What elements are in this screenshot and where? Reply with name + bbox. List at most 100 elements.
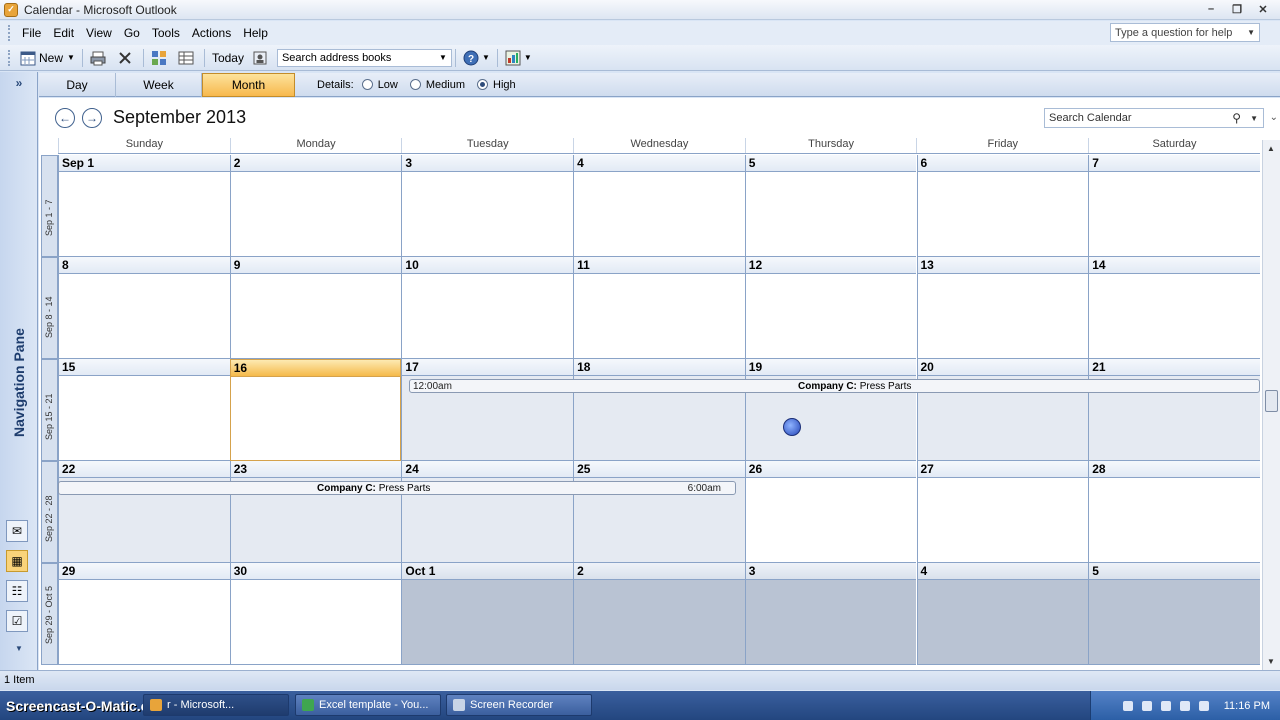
network-icon[interactable] [1160, 700, 1171, 711]
contacts-icon[interactable]: ☷ [6, 580, 28, 602]
day-cell[interactable]: 20 [916, 359, 1089, 461]
chevron-down-icon[interactable]: ▼ [1250, 114, 1258, 123]
day-cell[interactable]: Oct 1 [401, 563, 574, 665]
next-month-button[interactable]: → [82, 108, 102, 128]
display-icon[interactable] [1198, 700, 1209, 711]
day-cell[interactable]: 27 [916, 461, 1089, 563]
flag-icon[interactable] [1141, 700, 1152, 711]
day-cell[interactable]: 30 [229, 563, 402, 665]
day-cell[interactable]: 5 [1088, 563, 1260, 665]
day-cell[interactable]: 21 [1088, 359, 1260, 461]
day-cell[interactable]: 2 [229, 155, 402, 257]
day-cell[interactable]: 9 [229, 257, 402, 359]
day-cell[interactable]: 2 [573, 563, 745, 665]
close-icon[interactable]: ✕ [1250, 0, 1276, 18]
day-cell[interactable]: 26 [744, 461, 917, 563]
menu-actions[interactable]: Actions [186, 26, 237, 40]
today-button[interactable]: Today [208, 47, 248, 69]
help-question-input[interactable]: Type a question for help ▼ [1110, 23, 1260, 42]
week-label[interactable]: Sep 1 - 7 [41, 155, 58, 257]
radio-dot[interactable] [361, 79, 373, 90]
day-cell[interactable]: 10 [401, 257, 574, 359]
taskbar-button-excel[interactable]: Excel template - You... [295, 694, 441, 716]
mail-icon[interactable]: ✉ [6, 520, 28, 542]
delete-button[interactable] [113, 47, 140, 69]
navigation-pane-label[interactable]: Navigation Pane [11, 328, 27, 437]
taskbar-button-recorder[interactable]: Screen Recorder [446, 694, 592, 716]
new-button[interactable]: New ▼ [16, 47, 79, 69]
week-label[interactable]: Sep 29 - Oct 5 [41, 563, 58, 665]
week-label[interactable]: Sep 22 - 28 [41, 461, 58, 563]
address-book-button[interactable] [248, 47, 275, 69]
outlook-app-icon[interactable]: ✓ [4, 2, 18, 17]
day-cell[interactable]: 6 [916, 155, 1089, 257]
day-cell[interactable]: 23 [229, 461, 402, 563]
week-label[interactable]: Sep 15 - 21 [41, 359, 58, 461]
toolbar-grip[interactable] [8, 49, 12, 66]
search-calendar-input[interactable]: Search Calendar ⚲ ▼ [1044, 108, 1264, 128]
day-cell[interactable]: 17 [401, 359, 574, 461]
details-medium-radio[interactable]: Medium [409, 79, 465, 91]
day-cell[interactable]: 14 [1088, 257, 1260, 359]
day-cell[interactable]: 5 [744, 155, 917, 257]
day-cell[interactable]: 7 [1088, 155, 1260, 257]
menu-view[interactable]: View [80, 26, 118, 40]
scroll-up-icon[interactable]: ▲ [1267, 144, 1275, 153]
address-book-search-input[interactable]: Search address books ▼ [276, 48, 452, 67]
menu-help[interactable]: Help [237, 26, 274, 40]
menu-edit[interactable]: Edit [47, 26, 80, 40]
day-cell[interactable]: 28 [1088, 461, 1260, 563]
chevron-down-icon[interactable]: ▼ [524, 53, 532, 62]
menu-file[interactable]: File [16, 26, 47, 40]
scrollbar-thumb[interactable] [1265, 390, 1278, 412]
day-cell-today[interactable]: 16 [229, 359, 402, 461]
schedule-button[interactable] [174, 47, 201, 69]
volume-icon[interactable] [1179, 700, 1190, 711]
calendar-scrollbar[interactable]: ▲ ▼ [1262, 140, 1280, 670]
day-cell[interactable]: 4 [916, 563, 1089, 665]
day-cell[interactable]: 22 [58, 461, 230, 563]
previous-month-button[interactable]: ← [55, 108, 75, 128]
day-cell[interactable]: 19 [744, 359, 917, 461]
help-button[interactable]: ? ▼ [459, 47, 494, 69]
menu-grip[interactable] [8, 25, 12, 41]
day-cell[interactable]: 4 [573, 155, 745, 257]
addin-button[interactable]: ▼ [501, 47, 536, 69]
day-cell[interactable]: Sep 1 [58, 155, 230, 257]
expand-navigation-icon[interactable]: » [9, 76, 29, 94]
chevron-down-icon[interactable]: ▼ [1247, 28, 1255, 37]
radio-dot[interactable] [409, 79, 421, 90]
minimize-icon[interactable]: – [1198, 0, 1224, 18]
day-cell[interactable]: 13 [916, 257, 1089, 359]
day-cell[interactable]: 18 [573, 359, 745, 461]
chevron-down-icon[interactable]: ▼ [482, 53, 490, 62]
chevron-down-icon[interactable]: ▼ [439, 53, 447, 62]
expand-query-builder-icon[interactable]: ⌄ [1270, 112, 1278, 123]
radio-dot-selected[interactable] [477, 79, 488, 90]
day-cell[interactable]: 25 [573, 461, 745, 563]
event-press-parts[interactable]: Company C: Press Parts 6:00am [58, 481, 736, 495]
day-cell[interactable]: 15 [58, 359, 230, 461]
tab-day[interactable]: Day [39, 72, 116, 97]
tab-month[interactable]: Month [202, 72, 295, 97]
print-button[interactable] [86, 47, 113, 69]
menu-go[interactable]: Go [118, 26, 146, 40]
tray-chevron-icon[interactable] [1122, 700, 1133, 711]
event-press-parts[interactable]: 12:00am Company C: Press Parts [409, 379, 1260, 393]
menu-tools[interactable]: Tools [146, 26, 186, 40]
day-cell[interactable]: 29 [58, 563, 230, 665]
day-cell[interactable]: 24 [401, 461, 574, 563]
details-low-radio[interactable]: Low [361, 79, 398, 91]
scroll-down-icon[interactable]: ▼ [1267, 657, 1275, 666]
day-cell[interactable]: 8 [58, 257, 230, 359]
tab-week[interactable]: Week [116, 72, 202, 97]
clock[interactable]: 11:16 PM [1224, 700, 1270, 712]
week-label[interactable]: Sep 8 - 14 [41, 257, 58, 359]
view-layout-button[interactable] [147, 47, 174, 69]
calendar-icon[interactable]: ▦ [6, 550, 28, 572]
day-cell[interactable]: 3 [744, 563, 917, 665]
taskbar-button-outlook[interactable]: r - Microsoft... [143, 694, 289, 716]
configure-buttons-icon[interactable]: ▼ [15, 644, 23, 653]
details-high-radio[interactable]: High [477, 79, 516, 91]
day-cell[interactable]: 12 [744, 257, 917, 359]
